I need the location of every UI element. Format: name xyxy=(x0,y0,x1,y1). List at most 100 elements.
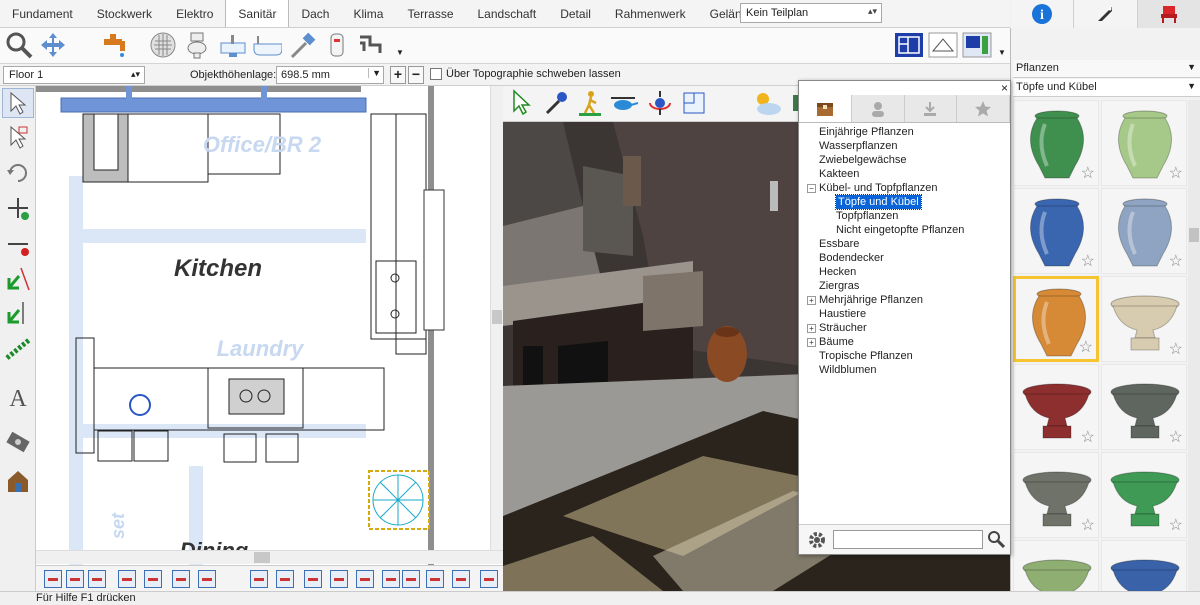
plan-view-button[interactable] xyxy=(894,30,924,60)
pipe-tool[interactable] xyxy=(356,30,386,60)
sink-tool[interactable] xyxy=(218,30,248,60)
join-line-tool[interactable] xyxy=(2,298,34,328)
tree-item[interactable]: Kakteen xyxy=(807,167,1007,181)
multi-select-tool[interactable] xyxy=(2,122,34,152)
catalog-tab-download[interactable] xyxy=(904,95,958,122)
zoom-tool[interactable] xyxy=(4,30,34,60)
align-button-icon[interactable] xyxy=(118,570,136,588)
tab-3[interactable]: Sanitär xyxy=(225,0,290,27)
scroll-thumb[interactable] xyxy=(492,310,502,324)
floor-plan-view[interactable]: Office/BR 2 Kitchen Laundry Dining set xyxy=(36,86,503,565)
favorite-star-icon[interactable]: ☆ xyxy=(1169,427,1183,447)
align-button-icon[interactable] xyxy=(304,570,322,588)
tree-expander-icon[interactable]: − xyxy=(807,184,816,193)
favorite-star-icon[interactable]: ☆ xyxy=(1081,515,1095,535)
pen-tab[interactable] xyxy=(1074,0,1138,28)
library-subcategory-select[interactable]: Töpfe und Kübel ▼ xyxy=(1013,79,1200,97)
3d-walk-tool[interactable] xyxy=(575,88,605,118)
tab-6[interactable]: Terrasse xyxy=(395,1,465,27)
elevation-view-button[interactable] xyxy=(928,30,958,60)
align-button-icon[interactable] xyxy=(330,570,348,588)
align-button-icon[interactable] xyxy=(198,570,216,588)
favorite-star-icon[interactable]: ☆ xyxy=(1079,337,1093,357)
favorite-star-icon[interactable]: ☆ xyxy=(1169,339,1183,359)
tree-item[interactable]: Wasserpflanzen xyxy=(807,139,1007,153)
furniture-tab[interactable] xyxy=(1137,0,1200,28)
3d-fly-tool[interactable] xyxy=(609,88,639,118)
align-button-icon[interactable] xyxy=(88,570,106,588)
tree-item[interactable]: Tropische Pflanzen xyxy=(807,349,1007,363)
dropdown-arrow-icon[interactable]: ▼ xyxy=(396,48,404,57)
drain-tool[interactable] xyxy=(148,30,178,60)
settings-button[interactable] xyxy=(807,530,827,553)
remove-point-tool[interactable] xyxy=(2,230,34,260)
library-item[interactable]: ☆ xyxy=(1013,188,1099,274)
camera-tool[interactable] xyxy=(2,426,34,456)
tree-item[interactable]: Ziergras xyxy=(807,279,1007,293)
tree-item[interactable]: Hecken xyxy=(807,265,1007,279)
plan-vertical-scrollbar[interactable] xyxy=(490,86,503,550)
catalog-tab-library[interactable] xyxy=(799,95,852,122)
topo-checkbox[interactable] xyxy=(430,68,442,80)
align-button-icon[interactable] xyxy=(172,570,190,588)
tree-item[interactable]: Bodendecker xyxy=(807,251,1007,265)
plan-horizontal-scrollbar[interactable] xyxy=(36,550,503,564)
3d-sun-tool[interactable] xyxy=(751,88,781,118)
height-input[interactable]: 698.5 mm ▼ xyxy=(276,66,384,84)
library-item[interactable]: ☆ xyxy=(1013,452,1099,538)
align-button-icon[interactable] xyxy=(452,570,470,588)
tree-item[interactable]: − Kübel- und Topfpflanzen xyxy=(807,181,1007,195)
dropdown-arrow-icon[interactable]: ▼ xyxy=(998,48,1006,57)
scroll-thumb[interactable] xyxy=(254,552,270,563)
tree-expander-icon[interactable]: + xyxy=(807,338,816,347)
house-tool[interactable] xyxy=(2,466,34,496)
tab-1[interactable]: Stockwerk xyxy=(85,1,164,27)
pan-tool[interactable] xyxy=(38,30,68,60)
align-button-icon[interactable] xyxy=(144,570,162,588)
library-item[interactable]: ☆ xyxy=(1101,276,1187,362)
library-item[interactable]: ☆ xyxy=(1013,276,1099,362)
align-button-icon[interactable] xyxy=(382,570,400,588)
teilplan-select[interactable]: Kein Teilplan ▴▾ xyxy=(740,3,882,23)
library-scrollbar[interactable] xyxy=(1188,100,1200,591)
tree-item[interactable]: + Mehrjährige Pflanzen xyxy=(807,293,1007,307)
library-item[interactable]: ☆ xyxy=(1101,100,1187,186)
tree-item[interactable]: Einjährige Pflanzen xyxy=(807,125,1007,139)
select-tool[interactable] xyxy=(2,88,34,118)
floor-select[interactable]: Floor 1 ▴▾ xyxy=(3,66,145,84)
break-line-tool[interactable] xyxy=(2,264,34,294)
faucet-tool[interactable] xyxy=(100,30,130,60)
library-item[interactable]: ☆ xyxy=(1101,364,1187,450)
align-button-icon[interactable] xyxy=(402,570,420,588)
align-button-icon[interactable] xyxy=(480,570,498,588)
tab-9[interactable]: Rahmenwerk xyxy=(603,1,698,27)
library-item[interactable]: ☆ xyxy=(1013,100,1099,186)
catalog-tab-favorites[interactable] xyxy=(957,95,1010,122)
decrease-height-button[interactable]: − xyxy=(408,66,424,84)
align-button-icon[interactable] xyxy=(356,570,374,588)
tab-2[interactable]: Elektro xyxy=(164,1,225,27)
3d-orbit-tool[interactable] xyxy=(645,88,675,118)
favorite-star-icon[interactable]: ☆ xyxy=(1169,163,1183,183)
align-button-icon[interactable] xyxy=(250,570,268,588)
tab-4[interactable]: Dach xyxy=(289,1,341,27)
tab-5[interactable]: Klima xyxy=(341,1,395,27)
tree-item[interactable]: + Sträucher xyxy=(807,321,1007,335)
favorite-star-icon[interactable]: ☆ xyxy=(1081,427,1095,447)
library-item[interactable]: ☆ xyxy=(1013,364,1099,450)
topo-option[interactable]: Über Topographie schweben lassen xyxy=(430,68,621,80)
search-button[interactable] xyxy=(987,530,1006,551)
tree-expander-icon[interactable]: + xyxy=(807,324,816,333)
catalog-tab-user[interactable] xyxy=(851,95,905,122)
3d-select-tool[interactable] xyxy=(507,88,537,118)
favorite-star-icon[interactable]: ☆ xyxy=(1169,515,1183,535)
favorite-star-icon[interactable]: ☆ xyxy=(1169,251,1183,271)
tree-item[interactable]: Zwiebelgewächse xyxy=(807,153,1007,167)
catalog-search-input[interactable] xyxy=(833,530,983,549)
align-button-icon[interactable] xyxy=(276,570,294,588)
toilet-tool[interactable] xyxy=(182,30,212,60)
tree-expander-icon[interactable]: + xyxy=(807,296,816,305)
shower-tool[interactable] xyxy=(288,30,318,60)
tree-item[interactable]: Topfpflanzen xyxy=(807,209,1007,223)
align-button-icon[interactable] xyxy=(426,570,444,588)
